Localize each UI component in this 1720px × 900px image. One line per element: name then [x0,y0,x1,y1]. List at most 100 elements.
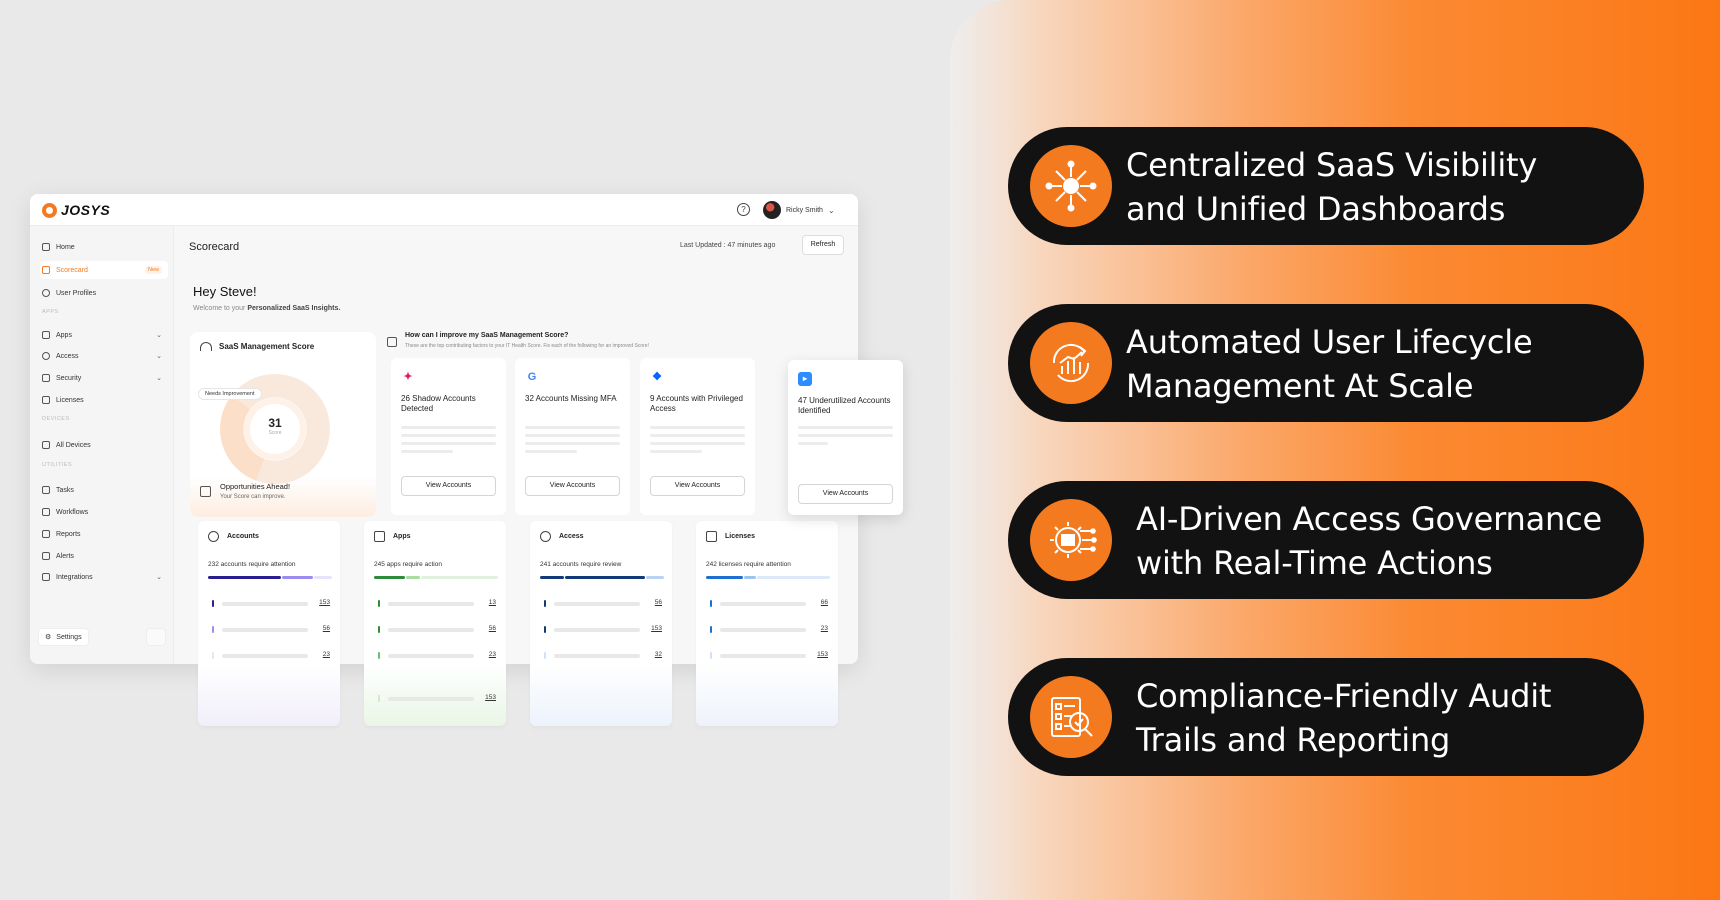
skeleton-line [401,434,496,437]
gauge-icon [42,266,50,274]
sidebar-item-home[interactable]: Home [40,238,168,256]
factor-card-underutilized: ▸ 47 Underutilized Accounts Identified V… [788,360,903,515]
stat-card-header: Apps [374,531,411,542]
dashboard-window: JOSYS ? Ricky Smith ⌄ Home Scorecard New… [30,194,858,664]
chevron-down-icon: ⌄ [827,205,835,215]
view-accounts-button[interactable]: View Accounts [401,476,496,496]
home-icon [42,243,50,251]
sidebar-item-workflows[interactable]: Workflows [40,503,168,521]
score-dial: 31 Score [250,404,300,454]
opportunities-title: Opportunities Ahead! [220,482,291,491]
sidebar-item-label: Security [56,374,82,382]
skeleton-line [798,442,828,445]
stat-row-value[interactable]: 56 [323,625,330,632]
stat-row-value[interactable]: 153 [651,625,662,632]
feature-line-2: with Real-Time Actions [1136,544,1493,582]
stat-row-value[interactable]: 56 [489,625,496,632]
sidebar-item-all-devices[interactable]: All Devices [40,436,168,454]
logo-text: JOSYS [61,202,111,218]
sidebar-item-label: Tasks [56,486,74,494]
stat-card-header: Access [540,531,584,542]
factor-title: 47 Underutilized Accounts Identified [798,396,891,415]
feature-line-1: Centralized SaaS Visibility [1126,146,1538,184]
score-card-header: SaaS Management Score [200,342,314,351]
sidebar-item-reports[interactable]: Reports [40,525,168,543]
skeleton-line [650,450,702,453]
sidebar-item-label: Licenses [56,396,84,404]
stat-card-access: Access 241 accounts require review 56 15… [530,521,672,664]
gauge-icon [200,342,212,351]
section-label-apps: APPS [42,309,59,315]
user-menu[interactable]: Ricky Smith ⌄ [763,199,841,221]
skeleton-line [650,434,745,437]
question-circle-icon[interactable]: ? [737,203,750,216]
sidebar-item-tasks[interactable]: Tasks [40,481,168,499]
stat-row-value[interactable]: 153 [817,651,828,658]
factor-card-missing-mfa: G 32 Accounts Missing MFA View Accounts [515,358,630,515]
monitor-icon [42,441,50,449]
stat-row-value[interactable]: 23 [489,651,496,658]
sidebar-item-licenses[interactable]: Licenses [40,391,168,409]
skeleton-line [401,442,496,445]
score-value: 31 [268,416,282,430]
stat-row: 56 [212,625,332,635]
feature-pill-ai-governance: AI-Driven Access Governance with Real-Ti… [1008,481,1644,599]
josys-logo-icon [42,202,57,218]
chevron-down-icon: ⌄ [156,332,162,339]
report-icon [42,530,50,538]
stat-row-value[interactable]: 153 [485,694,496,701]
stat-row-value[interactable]: 32 [655,651,662,658]
stat-row-value[interactable]: 23 [821,625,828,632]
stat-row-value[interactable]: 13 [489,599,496,606]
sidebar-item-security[interactable]: Security ⌄ [40,369,168,387]
improve-question: How can I improve my SaaS Management Sco… [405,332,569,339]
dropbox-logo-icon: ❖ [652,371,662,383]
page-title: Scorecard [189,241,240,253]
stat-card-subtitle: 242 licenses require attention [706,561,791,568]
workflow-icon [42,508,50,516]
settings-label: Settings [56,633,82,641]
skeleton-line [798,434,893,437]
feature-text: AI-Driven Access Governance with Real-Ti… [1136,497,1602,585]
sidebar-item-alerts[interactable]: Alerts [40,547,168,565]
sidebar-item-access[interactable]: Access ⌄ [40,347,168,365]
score-label: Score [268,430,282,436]
settings-button[interactable]: ⚙ Settings [38,628,89,646]
josys-logo[interactable]: JOSYS [42,202,110,218]
sidebar-item-label: Apps [56,331,72,339]
sidebar-item-apps[interactable]: Apps ⌄ [40,326,168,344]
feature-pill-lifecycle: Automated User Lifecycle Management At S… [1008,304,1644,422]
stat-row-value[interactable]: 56 [655,599,662,606]
view-accounts-button[interactable]: View Accounts [525,476,620,496]
skeleton-line [525,450,577,453]
sidebar-item-scorecard[interactable]: Scorecard New [40,261,168,279]
sidebar-item-label: Access [56,352,79,360]
feature-line-2: and Unified Dashboards [1126,190,1506,228]
shield-icon [42,374,50,382]
view-accounts-button[interactable]: View Accounts [798,484,893,504]
opportunities-subtitle: Your Score can improve. [220,494,286,500]
stat-row-value[interactable]: 23 [323,651,330,658]
skeleton-line [401,426,496,429]
stat-row-value[interactable]: 66 [821,599,828,606]
feature-text: Automated User Lifecycle Management At S… [1126,320,1533,408]
license-icon [706,531,717,542]
skeleton-line [525,434,620,437]
factor-title: 26 Shadow Accounts Detected [401,394,476,413]
sidebar-item-integrations[interactable]: Integrations ⌄ [40,568,168,586]
sidebar-item-label: Alerts [56,552,74,560]
sidebar-item-user-profiles[interactable]: User Profiles [40,284,168,302]
stat-row-value[interactable]: 153 [319,599,330,606]
feature-pill-visibility: Centralized SaaS Visibility and Unified … [1008,127,1644,245]
stat-card-title: Apps [393,533,411,540]
stat-card-header: Accounts [208,531,259,542]
saas-score-card: SaaS Management Score Needs Improvement … [190,332,376,517]
stat-card-apps-extension: 153 [364,664,506,726]
sidebar-collapse-button[interactable] [146,628,166,646]
feature-pill-compliance: Compliance-Friendly Audit Trails and Rep… [1008,658,1644,776]
sidebar-item-label: Workflows [56,508,89,516]
refresh-button[interactable]: Refresh [802,235,844,255]
stat-card-licenses-extension [696,664,838,726]
view-accounts-button[interactable]: View Accounts [650,476,745,496]
skeleton-line [525,442,620,445]
